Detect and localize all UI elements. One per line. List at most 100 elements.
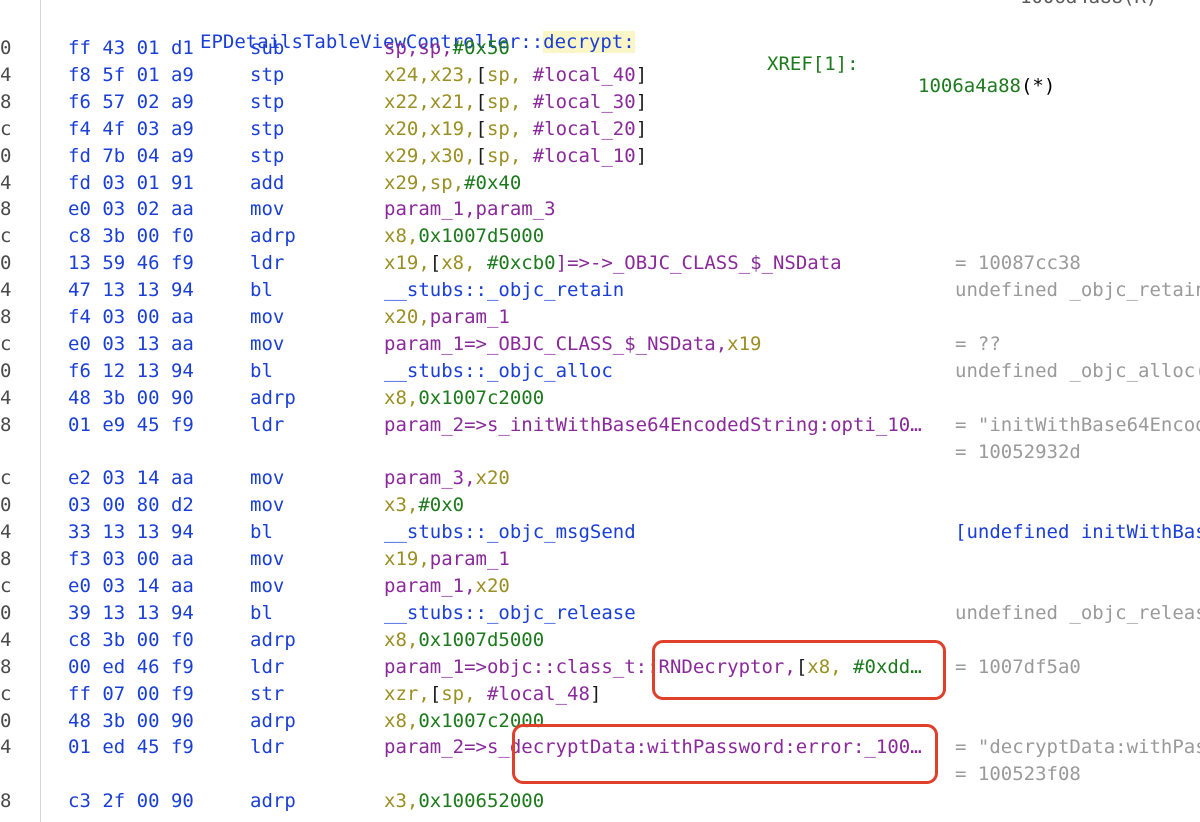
operands[interactable]: x24,x23,[sp, #local_40] — [384, 62, 647, 89]
mnemonic[interactable]: adrp — [250, 385, 296, 412]
operands[interactable]: xzr,[sp, #local_48] — [384, 681, 601, 708]
instruction-row[interactable]: c c8 3b 00 f0 adrp x8,0x1007d5000 — [0, 223, 1200, 250]
instruction-row[interactable]: 8 e0 03 02 aa mov param_1,param_3 — [0, 196, 1200, 223]
mnemonic[interactable]: adrp — [250, 788, 296, 815]
operand-token[interactable]: #local_48 — [476, 683, 590, 705]
operand-token[interactable]: param_1, — [384, 575, 476, 597]
operands[interactable]: x3,#0x0 — [384, 492, 464, 519]
instruction-row[interactable]: = 10052932d — [0, 439, 1200, 466]
operand-token[interactable]: ]=>->_OBJC_CLASS_$_NSData — [556, 252, 842, 274]
operands[interactable]: x8,0x1007c2000 — [384, 385, 544, 412]
address-fragment: 0 — [0, 601, 12, 624]
instruction-row[interactable]: 4 47 13 13 94 bl __stubs::_objc_retain undef… — [0, 277, 1200, 304]
operand-token[interactable]: sp,sp, — [384, 37, 453, 59]
instruction-row[interactable]: 4 c8 3b 00 f0 adrp x8,0x1007d5000 — [0, 627, 1200, 654]
operand-token[interactable]: param_1=>_OBJC_CLASS_$_NSData, — [384, 333, 727, 355]
operands[interactable]: param_1,param_3 — [384, 196, 556, 223]
mnemonic[interactable]: mov — [250, 492, 284, 519]
instruction-row[interactable]: 0 fd 7b 04 a9 stp x29,x30,[sp, #local_10] — [0, 143, 1200, 170]
mnemonic[interactable]: adrp — [250, 627, 296, 654]
operand-token[interactable]: #local_30 — [521, 91, 636, 113]
mnemonic[interactable]: ldr — [250, 734, 284, 761]
mnemonic[interactable]: bl — [250, 358, 273, 385]
instruction-row[interactable]: c f4 4f 03 a9 stp x20,x19,[sp, #local_20] — [0, 116, 1200, 143]
mnemonic[interactable]: mov — [250, 331, 284, 358]
operand-token[interactable]: #local_40 — [521, 64, 636, 86]
instruction-row[interactable]: 4 f8 5f 01 a9 stp x24,x23,[sp, #local_40] — [0, 62, 1200, 89]
instruction-row[interactable]: c e0 03 14 aa mov param_1,x20 — [0, 573, 1200, 600]
operands[interactable]: x19,[x8, #0xcb0]=>->_OBJC_CLASS_$_NSData — [384, 250, 842, 277]
mnemonic[interactable]: adrp — [250, 708, 296, 735]
mnemonic[interactable]: sub — [250, 35, 284, 62]
operand-token[interactable]: #local_20 — [521, 118, 636, 140]
mnemonic[interactable]: mov — [250, 304, 284, 331]
mnemonic[interactable]: mov — [250, 546, 284, 573]
mnemonic[interactable]: mov — [250, 465, 284, 492]
operand-token[interactable]: __stubs::_objc_retain — [384, 279, 624, 301]
instruction-row[interactable]: 0 03 00 80 d2 mov x3,#0x0 — [0, 492, 1200, 519]
operands[interactable]: __stubs::_objc_retain — [384, 277, 624, 304]
instruction-bytes: ff 07 00 f9 — [68, 682, 194, 705]
operands[interactable]: x22,x21,[sp, #local_30] — [384, 89, 647, 116]
instruction-row[interactable]: 8 f4 03 00 aa mov x20,param_1 — [0, 304, 1200, 331]
operand-token[interactable]: __stubs::_objc_msgSend — [384, 521, 636, 543]
operands[interactable]: x8,0x1007d5000 — [384, 627, 544, 654]
instruction-row[interactable]: 8 f6 57 02 a9 stp x22,x21,[sp, #local_30] — [0, 89, 1200, 116]
operands[interactable]: x8,0x1007d5000 — [384, 223, 544, 250]
operands[interactable]: x29,sp,#0x40 — [384, 170, 521, 197]
operands[interactable]: x20,x19,[sp, #local_20] — [384, 116, 647, 143]
address-fragment: 8 — [0, 306, 12, 328]
disassembly-listing[interactable]: 1006a4a88(R) EPDetailsTableViewControlle… — [0, 0, 1200, 822]
mnemonic[interactable]: ldr — [250, 654, 284, 681]
instruction-row[interactable]: 4 fd 03 01 91 add x29,sp,#0x40 — [0, 170, 1200, 197]
operand-token[interactable]: param_3, — [384, 467, 476, 489]
mnemonic[interactable]: stp — [250, 89, 284, 116]
instruction-row[interactable]: 8 f3 03 00 aa mov x19,param_1 — [0, 546, 1200, 573]
instruction-row[interactable]: c ff 07 00 f9 str xzr,[sp, #local_48] — [0, 681, 1200, 708]
instruction-row[interactable]: c e0 03 13 aa mov param_1=>_OBJC_CLASS_$_NS… — [0, 331, 1200, 358]
operands[interactable]: x3,0x100652000 — [384, 788, 544, 815]
mnemonic[interactable]: ldr — [250, 412, 284, 439]
mnemonic[interactable]: mov — [250, 573, 284, 600]
operands[interactable]: x19,param_1 — [384, 546, 510, 573]
operand-token[interactable]: __stubs::_objc_alloc — [384, 360, 613, 382]
operands[interactable]: param_1=>_OBJC_CLASS_$_NSData,x19 — [384, 331, 762, 358]
instruction-row[interactable]: 0 ff 43 01 d1 sub sp,sp,#0x50 — [0, 35, 1200, 62]
operands[interactable]: param_3,x20 — [384, 465, 510, 492]
operand-token[interactable]: param_1 — [430, 306, 510, 328]
operands[interactable]: __stubs::_objc_release — [384, 600, 636, 627]
mnemonic[interactable]: bl — [250, 600, 273, 627]
instruction-row[interactable]: 0 f6 12 13 94 bl __stubs::_objc_alloc undefi… — [0, 358, 1200, 385]
instruction-row[interactable]: 8 00 ed 46 f9 ldr param_1=>objc::class_t::R… — [0, 654, 1200, 681]
operand-token[interactable]: param_1 — [430, 548, 510, 570]
instruction-row[interactable]: 4 48 3b 00 90 adrp x8,0x1007c2000 — [0, 385, 1200, 412]
instruction-bytes: f4 03 00 aa — [68, 306, 194, 328]
operands[interactable]: param_1,x20 — [384, 573, 510, 600]
mnemonic[interactable]: stp — [250, 62, 284, 89]
operands[interactable]: x29,x30,[sp, #local_10] — [384, 143, 647, 170]
instruction-row[interactable]: 8 01 e9 45 f9 ldr param_2=>s_initWithBase64… — [0, 412, 1200, 439]
instruction-row[interactable]: 4 33 13 13 94 bl __stubs::_objc_msgSend [und… — [0, 519, 1200, 546]
mnemonic[interactable]: bl — [250, 277, 273, 304]
operand-token[interactable]: #local_10 — [521, 145, 636, 167]
instruction-row[interactable]: 0 39 13 13 94 bl __stubs::_objc_release unde… — [0, 600, 1200, 627]
mnemonic[interactable]: mov — [250, 196, 284, 223]
operands[interactable]: sp,sp,#0x50 — [384, 35, 510, 62]
mnemonic[interactable]: bl — [250, 519, 273, 546]
operands[interactable]: x20,param_1 — [384, 304, 510, 331]
operands[interactable]: param_2=>s_initWithBase64EncodedString:o… — [384, 412, 922, 439]
instruction-row[interactable]: c e2 03 14 aa mov param_3,x20 — [0, 465, 1200, 492]
instruction-row[interactable]: 8 c3 2f 00 90 adrp x3,0x100652000 — [0, 788, 1200, 815]
operand-token[interactable]: param_1,param_3 — [384, 198, 556, 220]
mnemonic[interactable]: ldr — [250, 250, 284, 277]
mnemonic[interactable]: stp — [250, 116, 284, 143]
mnemonic[interactable]: str — [250, 681, 284, 708]
mnemonic[interactable]: add — [250, 170, 284, 197]
operands[interactable]: __stubs::_objc_alloc — [384, 358, 613, 385]
instruction-row[interactable]: 0 13 59 46 f9 ldr x19,[x8, #0xcb0]=>->_OBJC… — [0, 250, 1200, 277]
operand-token[interactable]: __stubs::_objc_release — [384, 602, 636, 624]
operands[interactable]: __stubs::_objc_msgSend — [384, 519, 636, 546]
operand-token[interactable]: param_2=>s_initWithBase64EncodedString:o… — [384, 414, 922, 436]
mnemonic[interactable]: stp — [250, 143, 284, 170]
mnemonic[interactable]: adrp — [250, 223, 296, 250]
